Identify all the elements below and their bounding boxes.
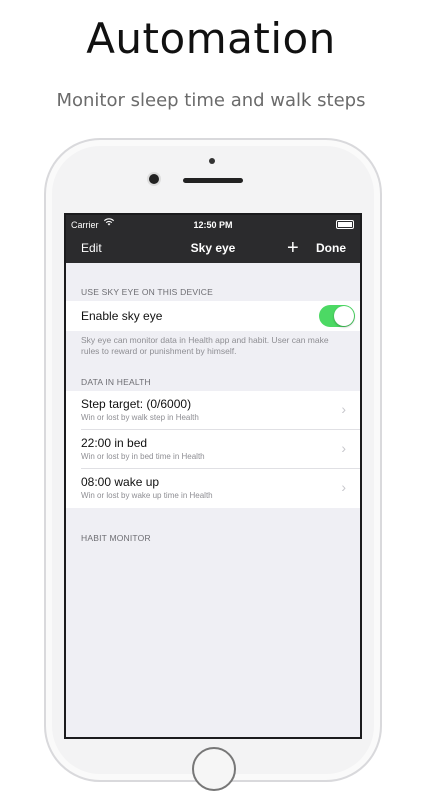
chevron-right-icon: ›	[341, 479, 346, 495]
earpiece-speaker	[183, 178, 243, 183]
promo-headline: Automation	[86, 14, 336, 63]
enable-sky-eye-row: Enable sky eye	[66, 301, 360, 331]
chevron-right-icon: ›	[341, 440, 346, 456]
status-time: 12:50 PM	[193, 220, 233, 230]
enable-sky-eye-label: Enable sky eye	[81, 309, 163, 323]
front-camera-icon	[149, 174, 159, 184]
app-screen: Carrier 12:50 PM Edit Sky eye + Done USE…	[64, 213, 362, 739]
chevron-right-icon: ›	[341, 401, 346, 417]
list-item-wake-up[interactable]: 08:00 wake up Win or lost by wake up tim…	[66, 469, 360, 508]
battery-icon	[336, 220, 354, 229]
row-subtitle: Win or lost by wake up time in Health	[81, 491, 213, 500]
row-subtitle: Win or lost by walk step in Health	[81, 413, 199, 422]
home-button[interactable]	[192, 747, 236, 791]
navigation-bar: Edit Sky eye + Done	[66, 235, 360, 263]
row-title: 22:00 in bed	[81, 436, 148, 450]
row-subtitle: Win or lost by in bed time in Health	[81, 452, 205, 461]
list-item-in-bed[interactable]: 22:00 in bed Win or lost by in bed time …	[66, 430, 360, 469]
section-header-device: USE SKY EYE ON THIS DEVICE	[81, 287, 213, 297]
row-title: Step target: (0/6000)	[81, 397, 192, 411]
status-bar: Carrier 12:50 PM	[66, 215, 360, 235]
proximity-sensor	[209, 158, 215, 164]
done-button[interactable]: Done	[316, 241, 346, 255]
section-header-habit: HABIT MONITOR	[81, 533, 151, 543]
enable-sky-eye-toggle[interactable]	[319, 305, 355, 327]
section-footer-device: Sky eye can monitor data in Health app a…	[81, 335, 329, 356]
toggle-knob	[334, 306, 354, 326]
add-icon[interactable]: +	[287, 235, 299, 261]
row-title: 08:00 wake up	[81, 475, 160, 489]
section-header-health: DATA IN HEALTH	[81, 377, 151, 387]
promo-subline: Monitor sleep time and walk steps	[56, 90, 366, 111]
list-item-step-target[interactable]: Step target: (0/6000) Win or lost by wal…	[66, 391, 360, 430]
